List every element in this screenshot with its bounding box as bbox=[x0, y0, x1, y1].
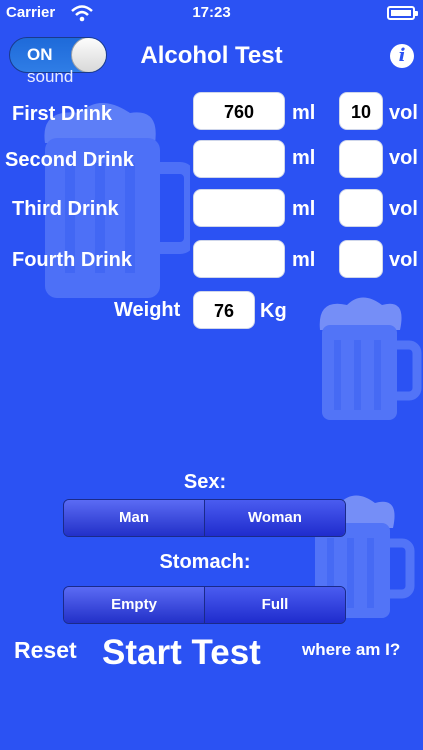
sex-option-man[interactable]: Man bbox=[64, 500, 204, 536]
third-drink-vol-input[interactable] bbox=[339, 189, 383, 227]
weight-input[interactable]: 76 bbox=[193, 291, 255, 329]
first-drink-label: First Drink bbox=[12, 103, 113, 125]
fourth-drink-ml-unit: ml bbox=[292, 249, 316, 271]
stomach-label: Stomach: bbox=[159, 551, 251, 573]
first-drink-ml-input[interactable]: 760 bbox=[193, 92, 285, 130]
third-drink-vol-unit: vol bbox=[389, 198, 418, 220]
third-drink-ml-input[interactable] bbox=[193, 189, 285, 227]
fourth-drink-vol-input[interactable] bbox=[339, 240, 383, 278]
second-drink-ml-input[interactable] bbox=[193, 140, 285, 178]
second-drink-ml-unit: ml bbox=[292, 147, 316, 169]
weight-unit: Kg bbox=[260, 300, 287, 322]
sound-label: sound bbox=[27, 67, 74, 86]
second-drink-label: Second Drink bbox=[5, 149, 134, 171]
fourth-drink-ml-input[interactable] bbox=[193, 240, 285, 278]
start-test-button[interactable]: Start Test bbox=[102, 633, 261, 673]
status-bar: Carrier 17:23 bbox=[0, 0, 423, 26]
beer-mug-icon bbox=[319, 297, 422, 420]
sex-label: Sex: bbox=[183, 471, 227, 493]
fourth-drink-vol-unit: vol bbox=[389, 249, 418, 271]
weight-label: Weight bbox=[114, 299, 181, 321]
stomach-option-empty[interactable]: Empty bbox=[64, 587, 204, 623]
first-drink-vol-unit: vol bbox=[389, 102, 418, 124]
stomach-option-full[interactable]: Full bbox=[204, 587, 345, 623]
first-drink-vol-input[interactable]: 10 bbox=[339, 92, 383, 130]
battery-icon bbox=[387, 6, 418, 20]
stomach-segmented-control[interactable]: Empty Full bbox=[63, 586, 346, 624]
info-icon[interactable]: i bbox=[390, 44, 414, 68]
third-drink-label: Third Drink bbox=[12, 198, 119, 220]
status-time: 17:23 bbox=[192, 4, 231, 21]
second-drink-vol-unit: vol bbox=[389, 147, 418, 169]
where-am-i-button[interactable]: where am I? bbox=[302, 640, 400, 660]
page-title: Alcohol Test bbox=[140, 42, 283, 69]
sex-segmented-control[interactable]: Man Woman bbox=[63, 499, 346, 537]
first-drink-ml-unit: ml bbox=[292, 102, 316, 124]
reset-button[interactable]: Reset bbox=[14, 637, 77, 664]
third-drink-ml-unit: ml bbox=[292, 198, 316, 220]
second-drink-vol-input[interactable] bbox=[339, 140, 383, 178]
sex-option-woman[interactable]: Woman bbox=[204, 500, 345, 536]
fourth-drink-label: Fourth Drink bbox=[12, 249, 132, 271]
